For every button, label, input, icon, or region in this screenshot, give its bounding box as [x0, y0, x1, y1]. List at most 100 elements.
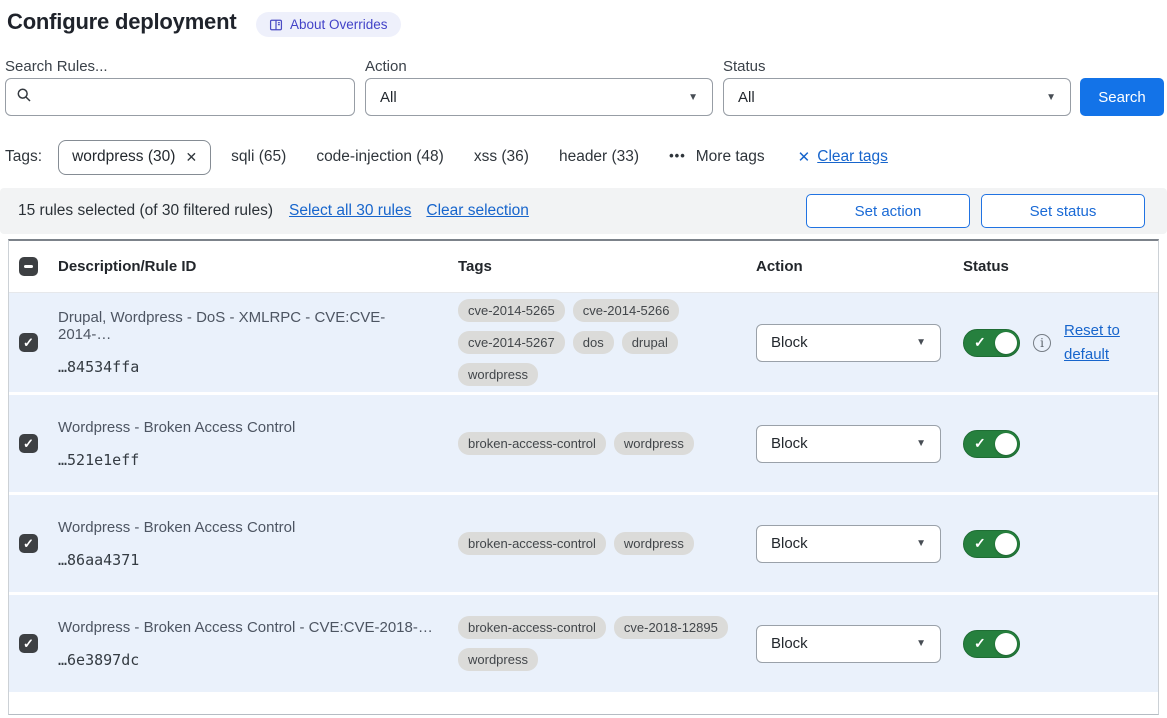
caret-down-icon: ▼: [916, 337, 926, 348]
rule-status-toggle[interactable]: ✓: [963, 430, 1020, 458]
ellipsis-icon: •••: [669, 148, 686, 163]
more-tags-label: More tags: [696, 148, 765, 166]
selected-tag-label: wordpress (30): [72, 148, 175, 166]
rule-action-select[interactable]: Block ▼: [756, 324, 941, 362]
tag-chip: cve-2014-5265: [458, 299, 565, 322]
caret-down-icon: ▼: [1046, 92, 1056, 103]
tag-option-code-injection[interactable]: code-injection (48): [316, 148, 444, 166]
close-icon: ✕: [798, 148, 811, 166]
selection-bar: 15 rules selected (of 30 filtered rules)…: [0, 188, 1167, 234]
tag-chip: broken-access-control: [458, 532, 606, 555]
column-header-action: Action: [756, 258, 963, 275]
rule-id: …86aa4371: [58, 551, 458, 569]
row-checkbox[interactable]: ✓: [19, 534, 38, 553]
remove-tag-icon[interactable]: ✕: [185, 149, 197, 166]
search-button[interactable]: Search: [1080, 78, 1164, 116]
tags-label: Tags:: [5, 148, 42, 166]
select-all-link[interactable]: Select all 30 rules: [289, 202, 411, 220]
tags-bar: Tags: wordpress (30) ✕ sqli (65) code-in…: [5, 139, 888, 175]
rule-id: …521e1eff: [58, 451, 458, 469]
toggle-knob: [995, 433, 1017, 455]
search-rules-input[interactable]: [40, 89, 344, 106]
column-header-description: Description/Rule ID: [58, 258, 458, 275]
table-header-row: Description/Rule ID Tags Action Status: [9, 241, 1158, 293]
action-filter-value: All: [380, 89, 397, 106]
status-filter-value: All: [738, 89, 755, 106]
rule-action-value: Block: [771, 435, 808, 452]
caret-down-icon: ▼: [916, 538, 926, 549]
rule-id: …6e3897dc: [58, 651, 458, 669]
tag-chip: cve-2018-12895: [614, 616, 728, 639]
column-header-status: Status: [963, 258, 1158, 275]
tag-option-sqli[interactable]: sqli (65): [231, 148, 286, 166]
check-icon: ✓: [974, 535, 986, 552]
table-row: ✓ Wordpress - Broken Access Control …521…: [9, 395, 1158, 492]
search-rules-box: [5, 78, 355, 116]
indeterminate-mark-icon: [24, 265, 33, 268]
check-icon: ✓: [23, 637, 34, 650]
table-row: ✓ Drupal, Wordpress - DoS - XMLRPC - CVE…: [9, 293, 1158, 392]
rule-description: Wordpress - Broken Access Control - CVE:…: [58, 619, 458, 636]
rule-status-toggle[interactable]: ✓: [963, 530, 1020, 558]
caret-down-icon: ▼: [916, 638, 926, 649]
tag-option-header[interactable]: header (33): [559, 148, 639, 166]
clear-selection-link[interactable]: Clear selection: [426, 202, 529, 220]
about-overrides-badge[interactable]: About Overrides: [256, 12, 401, 37]
status-filter-label: Status: [723, 58, 766, 75]
rule-description: Wordpress - Broken Access Control: [58, 419, 458, 436]
search-rules-label: Search Rules...: [5, 58, 108, 75]
rule-action-select[interactable]: Block ▼: [756, 625, 941, 663]
rule-status-toggle[interactable]: ✓: [963, 630, 1020, 658]
set-action-button[interactable]: Set action: [806, 194, 970, 228]
tag-chip: cve-2014-5267: [458, 331, 565, 354]
check-icon: ✓: [23, 537, 34, 550]
clear-tags-link[interactable]: ✕ Clear tags: [798, 148, 888, 166]
rule-tags: broken-access-controlcve-2018-12895wordp…: [458, 616, 728, 671]
rule-action-value: Block: [771, 535, 808, 552]
rule-description: Wordpress - Broken Access Control: [58, 519, 458, 536]
reset-to-default-link[interactable]: Reset to default: [1064, 319, 1128, 367]
row-checkbox[interactable]: ✓: [19, 634, 38, 653]
about-overrides-label: About Overrides: [290, 17, 388, 32]
rules-table: Description/Rule ID Tags Action Status ✓…: [8, 239, 1159, 715]
check-icon: ✓: [974, 635, 986, 652]
select-all-checkbox[interactable]: [19, 257, 38, 276]
row-checkbox[interactable]: ✓: [19, 333, 38, 352]
check-icon: ✓: [23, 437, 34, 450]
more-tags-button[interactable]: ••• More tags: [669, 148, 765, 166]
rule-tags: broken-access-control wordpress: [458, 532, 728, 555]
rule-status-toggle[interactable]: ✓: [963, 329, 1020, 357]
info-icon[interactable]: i: [1033, 334, 1051, 352]
rule-action-value: Block: [771, 635, 808, 652]
table-row: ✓ Wordpress - Broken Access Control - CV…: [9, 595, 1158, 692]
rule-tags: cve-2014-5265cve-2014-5266cve-2014-5267d…: [458, 299, 728, 386]
tag-chip: wordpress: [614, 532, 694, 555]
toggle-knob: [995, 332, 1017, 354]
caret-down-icon: ▼: [688, 92, 698, 103]
row-checkbox[interactable]: ✓: [19, 434, 38, 453]
table-body: ✓ Drupal, Wordpress - DoS - XMLRPC - CVE…: [9, 293, 1158, 692]
page-title: Configure deployment: [7, 9, 236, 35]
rule-tags: broken-access-control wordpress: [458, 432, 728, 455]
tag-chip: dos: [573, 331, 614, 354]
book-icon: [269, 18, 283, 32]
column-header-tags: Tags: [458, 258, 756, 275]
tag-chip: wordpress: [458, 363, 538, 386]
action-filter-label: Action: [365, 58, 407, 75]
check-icon: ✓: [974, 334, 986, 351]
toggle-knob: [995, 533, 1017, 555]
selection-summary: 15 rules selected (of 30 filtered rules): [18, 202, 273, 220]
status-filter-select[interactable]: All ▼: [723, 78, 1071, 116]
clear-tags-label: Clear tags: [817, 148, 888, 166]
action-filter-select[interactable]: All ▼: [365, 78, 713, 116]
toggle-knob: [995, 633, 1017, 655]
tag-chip: wordpress: [614, 432, 694, 455]
rule-action-select[interactable]: Block ▼: [756, 525, 941, 563]
tag-option-xss[interactable]: xss (36): [474, 148, 529, 166]
rule-action-select[interactable]: Block ▼: [756, 425, 941, 463]
set-status-button[interactable]: Set status: [981, 194, 1145, 228]
tag-chip: broken-access-control: [458, 432, 606, 455]
tag-chip: drupal: [622, 331, 678, 354]
selected-tag-chip-wordpress[interactable]: wordpress (30) ✕: [58, 140, 211, 175]
caret-down-icon: ▼: [916, 438, 926, 449]
